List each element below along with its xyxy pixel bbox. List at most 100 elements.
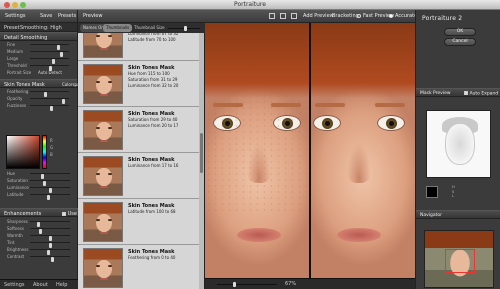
left-eye-retouched — [313, 115, 341, 131]
ok-button[interactable]: OK — [444, 28, 476, 36]
detail-smoothing-slider[interactable] — [30, 58, 69, 64]
bracketing-button[interactable]: Bracketing — [332, 13, 359, 19]
settings-header: Settings Save Presets — [0, 10, 77, 23]
hair-retouched — [311, 23, 415, 98]
preview-thumbnail — [83, 156, 123, 196]
detail-smoothing-slider[interactable] — [30, 65, 69, 71]
fast-preview-radio[interactable] — [357, 14, 361, 18]
skin-mask-label: Hue — [7, 171, 16, 176]
footer-help[interactable]: Help — [56, 282, 67, 288]
grid-view-icon[interactable] — [291, 13, 297, 19]
presets-button[interactable]: Presets — [58, 13, 76, 19]
skin-mask-slider[interactable] — [30, 105, 69, 111]
skin-mask-slider[interactable] — [30, 173, 70, 179]
zoom-slider[interactable] — [217, 282, 277, 287]
skin-mask-label: Latitude — [7, 192, 24, 197]
navigator-image[interactable] — [424, 230, 494, 288]
hsl-values: H S L — [452, 185, 455, 199]
skin-mask-slider[interactable] — [30, 180, 70, 186]
enhancement-knob[interactable] — [50, 257, 54, 262]
skin-mask-label: Fuzziness — [7, 103, 27, 108]
scroll-thumb[interactable] — [200, 133, 203, 173]
enhancements-title: Enhancements — [4, 211, 42, 217]
enhancement-slider[interactable] — [30, 235, 70, 241]
retouched-photo[interactable] — [311, 23, 415, 278]
use-enhancements-checkbox[interactable]: Use — [62, 211, 77, 217]
detail-smoothing-slider[interactable] — [30, 44, 69, 50]
mask-color-chip[interactable] — [426, 186, 438, 198]
preview-list: Skin Tones MaskSaturation from 11 to 31L… — [78, 33, 200, 289]
preview-item[interactable]: Skin Tones Mask Latitude from 100 to 68 — [78, 199, 200, 245]
thumbnail-size-knob[interactable] — [184, 26, 187, 31]
skin-color-picker[interactable] — [6, 135, 40, 169]
auto-expand-checkbox[interactable]: Auto Expand — [464, 91, 498, 97]
enhancements-header[interactable]: Enhancements Use — [0, 208, 78, 217]
portrait-size-select[interactable]: Auto Detect — [38, 70, 62, 75]
enhancement-slider[interactable] — [30, 256, 70, 262]
skin-mask-slider[interactable] — [30, 194, 70, 200]
original-photo[interactable] — [205, 23, 309, 278]
lips — [237, 228, 281, 242]
footer-about[interactable]: About — [33, 282, 48, 288]
add-preview-button[interactable]: Add Preview — [303, 13, 334, 19]
accurate-radio[interactable] — [389, 14, 393, 18]
preview-item[interactable]: Skin Tones Mask Luminance from 17 to 16 — [78, 153, 200, 199]
enhancement-row: Contrast — [0, 253, 78, 262]
cancel-button[interactable]: Cancel — [444, 38, 476, 46]
nose-retouched — [347, 143, 371, 183]
single-view-icon[interactable] — [269, 13, 275, 19]
enhancement-row: Softness — [0, 225, 78, 234]
zoom-value[interactable]: 67% — [285, 281, 296, 287]
preview-item[interactable]: Skin Tones Mask Hue from 115 to 100 Satura… — [78, 61, 200, 107]
skin-mask-knob[interactable] — [49, 106, 53, 111]
preview-meta: Skin Tones Mask Feathering from 0 to 40 — [128, 249, 198, 261]
tab-thumbnails[interactable]: Thumbnails — [103, 24, 133, 32]
auto-expand-label: Auto Expand — [469, 91, 499, 97]
detail-smoothing-label: Fine — [7, 42, 16, 47]
footer-settings[interactable]: Settings — [4, 282, 25, 288]
freckles-texture — [205, 93, 309, 213]
detail-smoothing-slider[interactable] — [30, 51, 69, 57]
preview-item[interactable]: Skin Tones MaskSaturation from 11 to 31L… — [78, 33, 200, 61]
skin-mask-slider[interactable] — [30, 187, 70, 193]
skin-mask-row: Fuzziness — [0, 102, 77, 111]
navigator-header[interactable]: Navigator — [416, 210, 500, 219]
navigator-viewport[interactable] — [445, 249, 475, 273]
preview-item[interactable]: Skin Tones Mask Saturation from 29 to 40 L… — [78, 107, 200, 153]
accurate-label: Accurate — [395, 13, 418, 19]
skin-tones-top-sliders: Feathering Opacity Fuzziness — [0, 88, 77, 111]
preview-thumbnail — [83, 110, 123, 150]
thumbnail-size-slider[interactable] — [168, 26, 200, 31]
brand-logo: Portraiture 2 — [422, 15, 463, 22]
enhancement-slider[interactable] — [30, 228, 70, 234]
enhancements-sliders: Sharpness Softness Warmth Tint Brightness Con… — [0, 218, 78, 262]
portrait-size-row: Portrait Size Auto Detect — [0, 69, 77, 76]
zoom-knob[interactable] — [233, 282, 236, 287]
green-value: G — [50, 145, 54, 150]
left-brow-retouched — [315, 103, 345, 107]
save-button[interactable]: Save — [40, 13, 52, 19]
preview-scrollbar[interactable] — [199, 33, 204, 289]
enhancement-label: Warmth — [7, 233, 23, 238]
skin-tones-mask-header[interactable]: Skin Tones Mask Colorspace — [0, 79, 84, 88]
preset-select[interactable]: Smoothing: High — [20, 25, 62, 31]
hue-strip[interactable] — [42, 135, 47, 169]
enhancement-slider[interactable] — [30, 242, 70, 248]
skin-mask-slider[interactable] — [30, 98, 69, 104]
skin-mask-label: Feathering — [7, 89, 29, 94]
color-values: R G B — [50, 137, 53, 158]
skin-mask-knob[interactable] — [46, 195, 50, 200]
preview-item[interactable]: Skin Tones Mask Feathering from 0 to 40 — [78, 245, 200, 289]
preview-item-detail: Luminance from 17 to 16 — [128, 163, 179, 168]
split-view-icon[interactable] — [280, 13, 286, 19]
skin-mask-slider[interactable] — [30, 91, 69, 97]
preview-thumbnail — [83, 33, 123, 58]
skin-tones-bottom-sliders: Hue Saturation Luminance Latitude — [0, 170, 78, 200]
enhancement-slider[interactable] — [30, 221, 70, 227]
skin-mask-row: Feathering — [0, 88, 77, 97]
detail-smoothing-header[interactable]: Detail Smoothing — [0, 32, 77, 41]
enhancement-slider[interactable] — [30, 249, 70, 255]
preview-header: Preview — [78, 10, 205, 23]
window-title: Portraiture — [234, 1, 266, 8]
mask-preview-header[interactable]: Mask Preview Auto Expand — [416, 88, 500, 97]
